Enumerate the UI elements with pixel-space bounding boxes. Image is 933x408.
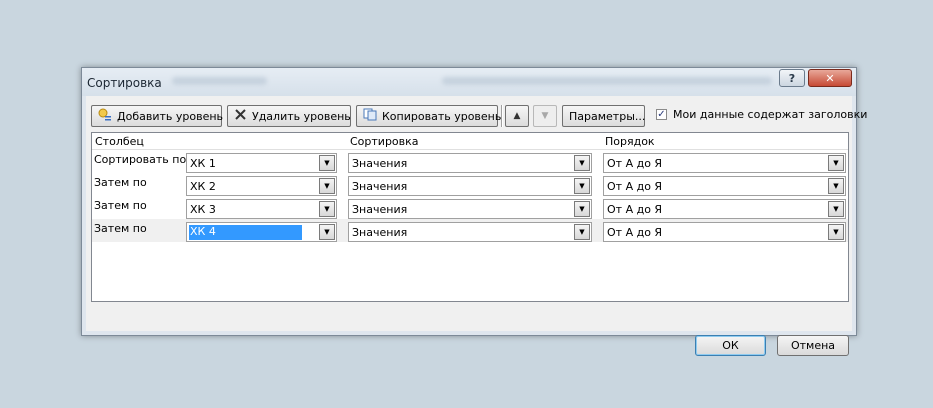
sort-level-row[interactable]: Сортировать по ХК 1 ▼ Значения ▼ От А до… xyxy=(92,150,848,173)
arrow-up-icon: ▲ xyxy=(513,111,521,121)
column-select-value: ХК 1 xyxy=(190,157,216,170)
add-level-label: Добавить уровень xyxy=(117,109,224,123)
order-select[interactable]: От А до Я ▼ xyxy=(603,199,846,219)
move-up-button[interactable]: ▲ xyxy=(505,105,529,127)
grid-header: Столбец Сортировка Порядок xyxy=(92,133,848,150)
title-bar[interactable]: Сортировка ? ✕ xyxy=(82,68,856,96)
help-button[interactable]: ? xyxy=(779,69,805,87)
sort-on-value: Значения xyxy=(352,226,408,239)
column-select-value: ХК 2 xyxy=(190,180,216,193)
order-select[interactable]: От А до Я ▼ xyxy=(603,222,846,242)
chevron-down-icon[interactable]: ▼ xyxy=(828,155,844,171)
sort-on-value: Значения xyxy=(352,157,408,170)
sort-on-select[interactable]: Значения ▼ xyxy=(348,222,592,242)
chevron-down-icon[interactable]: ▼ xyxy=(828,224,844,240)
row-label: Сортировать по xyxy=(94,153,187,166)
cancel-label: Отмена xyxy=(790,339,836,352)
close-icon: ✕ xyxy=(825,71,835,85)
chevron-down-icon[interactable]: ▼ xyxy=(574,178,590,194)
sort-on-value: Значения xyxy=(352,203,408,216)
column-select[interactable]: ХК 4 ▼ xyxy=(186,222,337,242)
help-icon: ? xyxy=(788,71,796,85)
delete-level-button[interactable]: Удалить уровень xyxy=(227,105,351,127)
dialog-title: Сортировка xyxy=(87,76,162,90)
row-label: Затем по xyxy=(94,176,147,189)
headers-checkbox-label: Мои данные содержат заголовки xyxy=(673,108,868,121)
add-level-button[interactable]: Добавить уровень xyxy=(91,105,224,127)
column-select-value: ХК 4 xyxy=(189,225,302,240)
chevron-down-icon[interactable]: ▼ xyxy=(319,201,335,217)
chevron-down-icon[interactable]: ▼ xyxy=(828,201,844,217)
column-select-value: ХК 3 xyxy=(190,203,216,216)
order-value: От А до Я xyxy=(607,157,663,170)
chevron-down-icon[interactable]: ▼ xyxy=(319,224,335,240)
order-select[interactable]: От А до Я ▼ xyxy=(603,176,846,196)
order-select[interactable]: От А до Я ▼ xyxy=(603,153,846,173)
column-select[interactable]: ХК 3 ▼ xyxy=(186,199,337,219)
add-level-icon xyxy=(98,108,112,125)
sort-level-row[interactable]: Затем по ХК 2 ▼ Значения ▼ От А до Я ▼ xyxy=(92,173,848,196)
chevron-down-icon[interactable]: ▼ xyxy=(574,224,590,240)
cancel-button[interactable]: Отмена xyxy=(777,335,849,356)
close-button[interactable]: ✕ xyxy=(808,69,852,87)
chevron-down-icon[interactable]: ▼ xyxy=(319,178,335,194)
sort-level-row[interactable]: Затем по ХК 3 ▼ Значения ▼ От А до Я ▼ xyxy=(92,196,848,219)
column-select[interactable]: ХК 1 ▼ xyxy=(186,153,337,173)
toolbar-separator xyxy=(501,105,503,127)
move-down-button[interactable]: ▼ xyxy=(533,105,557,127)
chevron-down-icon[interactable]: ▼ xyxy=(574,201,590,217)
sort-on-select[interactable]: Значения ▼ xyxy=(348,176,592,196)
column-select[interactable]: ХК 2 ▼ xyxy=(186,176,337,196)
ok-label: ОК xyxy=(722,339,739,352)
sort-on-value: Значения xyxy=(352,180,408,193)
sort-on-select[interactable]: Значения ▼ xyxy=(348,199,592,219)
headers-checkbox-row[interactable]: ✓ Мои данные содержат заголовки xyxy=(656,108,867,121)
chevron-down-icon[interactable]: ▼ xyxy=(319,155,335,171)
background-blur xyxy=(172,77,267,85)
delete-level-label: Удалить уровень xyxy=(252,109,351,123)
headers-checkbox[interactable]: ✓ xyxy=(656,109,667,120)
arrow-down-icon: ▼ xyxy=(541,111,549,121)
order-value: От А до Я xyxy=(607,180,663,193)
sort-levels-grid: Столбец Сортировка Порядок Сортировать п… xyxy=(91,132,849,302)
copy-level-button[interactable]: Копировать уровень xyxy=(356,105,502,127)
options-label: Параметры... xyxy=(569,109,646,123)
row-label: Затем по xyxy=(94,199,147,212)
copy-icon xyxy=(363,108,377,124)
sort-on-select[interactable]: Значения ▼ xyxy=(348,153,592,173)
options-button[interactable]: Параметры... xyxy=(562,105,645,127)
copy-level-label: Копировать уровень xyxy=(382,109,502,123)
delete-icon xyxy=(234,108,247,124)
sort-level-row-selected[interactable]: Затем по ХК 4 ▼ Значения ▼ От А до Я ▼ xyxy=(92,219,848,242)
background-blur xyxy=(442,77,772,85)
dialog-body: Добавить уровень Удалить уровень Копиров… xyxy=(86,96,867,356)
toolbar: Добавить уровень Удалить уровень Копиров… xyxy=(86,96,867,130)
header-order: Порядок xyxy=(605,135,655,148)
header-column: Столбец xyxy=(95,135,144,148)
header-sort-on: Сортировка xyxy=(350,135,419,148)
sort-dialog: Сортировка ? ✕ Добавить уровень Удалить … xyxy=(81,67,867,356)
row-label: Затем по xyxy=(94,222,147,235)
chevron-down-icon[interactable]: ▼ xyxy=(828,178,844,194)
chevron-down-icon[interactable]: ▼ xyxy=(574,155,590,171)
order-value: От А до Я xyxy=(607,226,663,239)
ok-button[interactable]: ОК xyxy=(695,335,766,356)
order-value: От А до Я xyxy=(607,203,663,216)
